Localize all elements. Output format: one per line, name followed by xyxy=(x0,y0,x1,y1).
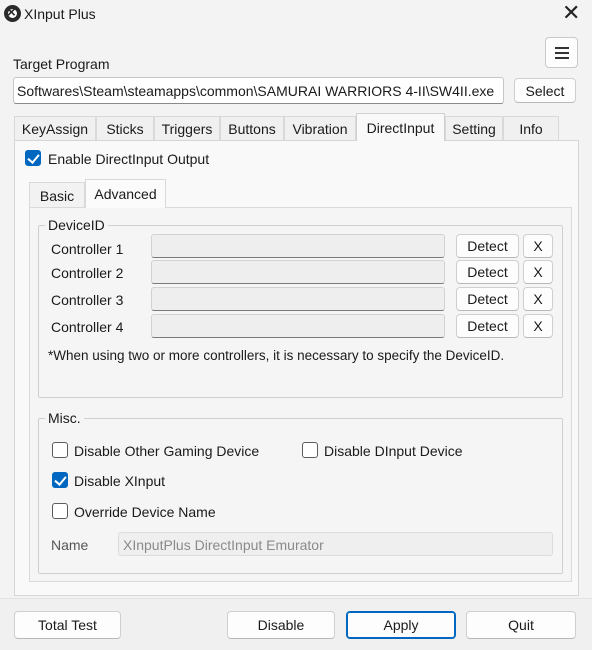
controller-1-detect-button[interactable]: Detect xyxy=(456,234,519,258)
target-program-path-field[interactable]: Softwares\Steam\steamapps\common\SAMURAI… xyxy=(13,77,504,104)
target-program-path: Softwares\Steam\steamapps\common\SAMURAI… xyxy=(17,83,495,99)
override-device-name-label: Override Device Name xyxy=(74,504,216,520)
deviceid-note: *When using two or more controllers, it … xyxy=(48,348,505,363)
tab-directinput[interactable]: DirectInput xyxy=(356,113,445,141)
quit-button[interactable]: Quit xyxy=(466,611,576,639)
tab-triggers[interactable]: Triggers xyxy=(154,116,220,140)
controller-1-clear-button[interactable]: X xyxy=(523,234,553,258)
xinput-plus-icon xyxy=(4,4,21,22)
menu-button[interactable] xyxy=(545,37,578,68)
controller-4-label: Controller 4 xyxy=(51,319,124,335)
tab-keyassign[interactable]: KeyAssign xyxy=(14,116,96,140)
tab-sticks[interactable]: Sticks xyxy=(96,116,154,140)
disable-dinput-checkbox[interactable] xyxy=(302,442,318,458)
controller-4-detect-button[interactable]: Detect xyxy=(456,314,519,338)
disable-other-gaming-label: Disable Other Gaming Device xyxy=(74,443,260,459)
controller-4-deviceid-field[interactable] xyxy=(151,314,445,338)
tab-setting[interactable]: Setting xyxy=(445,116,503,140)
select-button[interactable]: Select xyxy=(514,78,576,103)
controller-2-clear-button[interactable]: X xyxy=(523,260,553,284)
disable-xinput-label: Disable XInput xyxy=(74,473,166,489)
subtab-advanced[interactable]: Advanced xyxy=(85,179,166,208)
device-name-field[interactable]: XInputPlus DirectInput Emurator xyxy=(118,532,553,556)
hamburger-icon xyxy=(555,47,569,49)
controller-4-clear-button[interactable]: X xyxy=(523,314,553,338)
tab-buttons[interactable]: Buttons xyxy=(220,116,284,140)
deviceid-group-title: DeviceID xyxy=(45,217,108,233)
controller-3-label: Controller 3 xyxy=(51,292,124,308)
subtab-basic[interactable]: Basic xyxy=(29,182,85,208)
target-program-label: Target Program xyxy=(13,56,110,72)
override-device-name-checkbox[interactable] xyxy=(52,503,68,519)
controller-2-label: Controller 2 xyxy=(51,265,124,281)
device-name-label: Name xyxy=(51,537,89,553)
disable-other-gaming-checkbox[interactable] xyxy=(52,442,68,458)
disable-dinput-label: Disable DInput Device xyxy=(324,443,463,459)
misc-group-title: Misc. xyxy=(45,410,84,426)
controller-3-clear-button[interactable]: X xyxy=(523,287,553,311)
controller-3-detect-button[interactable]: Detect xyxy=(456,287,519,311)
enable-directinput-checkbox[interactable] xyxy=(25,150,41,166)
controller-1-deviceid-field[interactable] xyxy=(151,234,445,258)
tab-vibration[interactable]: Vibration xyxy=(284,116,356,140)
device-name-value: XInputPlus DirectInput Emurator xyxy=(123,537,324,553)
controller-2-deviceid-field[interactable] xyxy=(151,260,445,284)
disable-button[interactable]: Disable xyxy=(227,611,335,639)
controller-2-detect-button[interactable]: Detect xyxy=(456,260,519,284)
disable-xinput-checkbox[interactable] xyxy=(52,472,68,488)
apply-button[interactable]: Apply xyxy=(346,611,456,639)
enable-directinput-label: Enable DirectInput Output xyxy=(48,151,210,167)
controller-1-label: Controller 1 xyxy=(51,241,124,257)
controller-3-deviceid-field[interactable] xyxy=(151,287,445,311)
tab-info[interactable]: Info xyxy=(503,116,559,140)
close-icon[interactable]: ✕ xyxy=(562,2,580,24)
total-test-button[interactable]: Total Test xyxy=(14,611,121,639)
window-title: XInput Plus xyxy=(24,6,96,22)
